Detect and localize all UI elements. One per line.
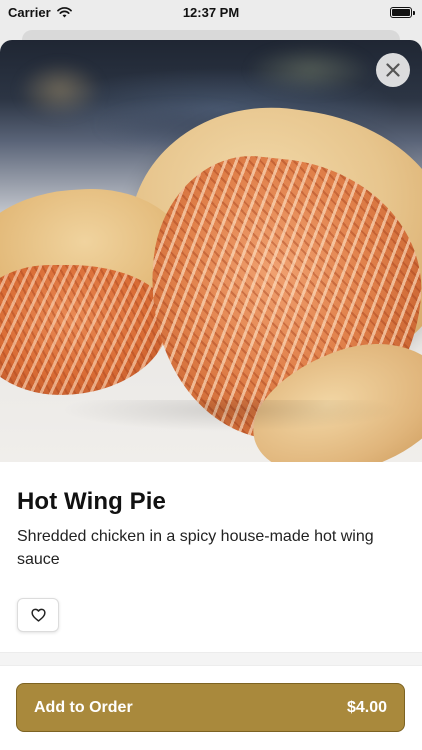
item-detail-sheet: Hot Wing Pie Shredded chicken in a spicy…	[0, 40, 422, 750]
item-photo	[0, 40, 422, 462]
add-to-order-label: Add to Order	[34, 698, 133, 716]
heart-outline-icon	[30, 608, 46, 622]
item-price: $4.00	[346, 698, 387, 716]
screen: Carrier 12:37 PM Hot Wing Pie Shredded c…	[0, 0, 422, 750]
item-description: Shredded chicken in a spicy house-made h…	[17, 528, 374, 568]
carrier-label: Carrier	[8, 4, 51, 20]
add-to-order-button[interactable]: Add to Order $4.00	[16, 683, 405, 732]
favorite-button[interactable]	[17, 598, 59, 632]
bottom-bar: Add to Order $4.00	[0, 665, 422, 750]
item-title: Hot Wing Pie	[17, 488, 166, 515]
wifi-icon	[56, 6, 72, 17]
status-bar: Carrier 12:37 PM	[0, 0, 422, 24]
close-button[interactable]	[376, 53, 410, 87]
battery-icon	[390, 6, 415, 18]
pie-filling-left	[0, 265, 170, 395]
status-left: Carrier	[8, 5, 72, 20]
plate-shadow	[0, 400, 422, 462]
battery-fill	[392, 8, 410, 16]
item-details: Hot Wing Pie Shredded chicken in a spicy…	[0, 462, 422, 632]
close-icon	[386, 63, 400, 77]
